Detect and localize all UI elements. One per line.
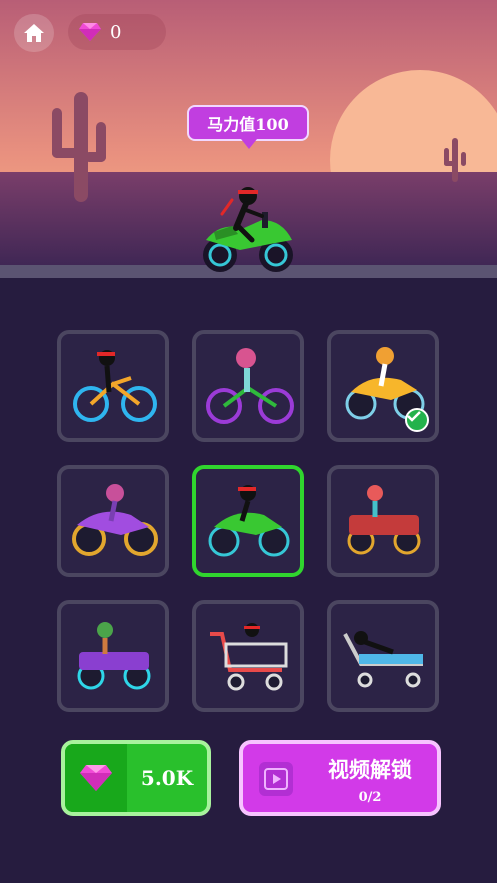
gem-icon <box>80 765 112 791</box>
hospital-bed-icon <box>343 631 423 688</box>
purple-motocross-icon <box>72 484 158 556</box>
home-icon <box>24 24 44 42</box>
video-unlock-progress: 0/2 <box>358 790 382 805</box>
home-button[interactable] <box>14 14 54 52</box>
vehicle-tile-orange-dirtbike[interactable] <box>327 330 439 442</box>
buy-price: 5.0K <box>140 766 194 790</box>
horsepower-label: 马力值100 <box>207 115 289 134</box>
vehicle-tile-ninja-bicycle[interactable] <box>57 330 169 442</box>
buy-with-gems-button[interactable]: 5.0K <box>61 740 211 816</box>
owned-check-icon <box>405 408 429 432</box>
red-atv-icon <box>347 485 421 555</box>
video-icon <box>259 762 293 796</box>
horsepower-tooltip: 马力值100 <box>187 105 309 149</box>
ninja-bicycle-icon <box>73 350 157 422</box>
gem-icon <box>79 23 101 41</box>
vehicle-tile-pink-helmet-bicycle[interactable] <box>192 330 304 442</box>
vehicle-tile-red-atv[interactable] <box>327 465 439 577</box>
gem-balance: 0 <box>68 14 166 50</box>
video-unlock-button[interactable]: 视频解锁 0/2 <box>239 740 441 816</box>
vehicle-tile-green-motorbike[interactable] <box>192 465 304 577</box>
gem-count: 0 <box>110 21 122 43</box>
vehicle-tile-purple-motocross[interactable] <box>57 465 169 577</box>
video-unlock-title: 视频解锁 <box>328 757 412 782</box>
vehicle-tile-purple-atv[interactable] <box>57 600 169 712</box>
purple-atv-icon <box>77 622 151 690</box>
green-motorbike-icon <box>208 485 290 557</box>
vehicle-tile-shopping-cart[interactable] <box>192 600 304 712</box>
pink-helmet-bicycle-icon <box>206 348 294 424</box>
shopping-cart-icon <box>210 623 288 691</box>
buy-gem-panel <box>65 744 127 812</box>
vehicle-tile-hospital-bed[interactable] <box>327 600 439 712</box>
